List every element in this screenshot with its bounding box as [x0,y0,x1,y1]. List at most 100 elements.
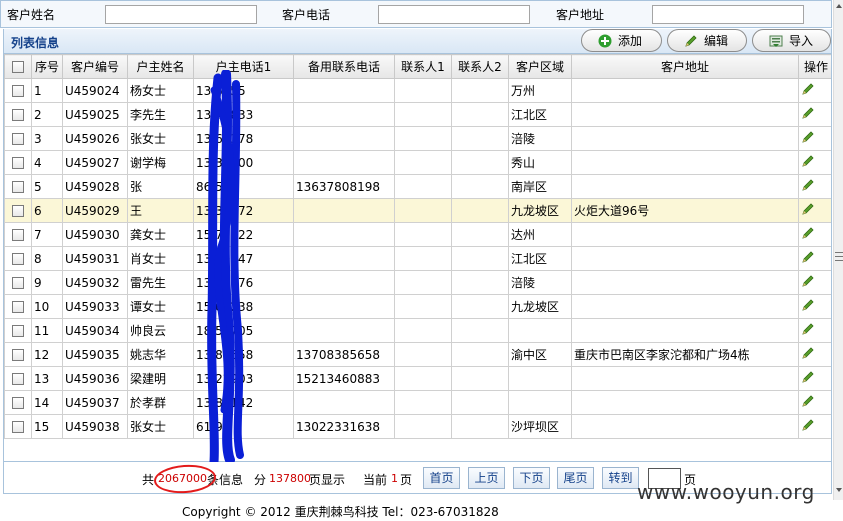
edit-pencil-icon[interactable] [801,346,815,363]
edit-pencil-icon[interactable] [801,106,815,123]
row-checkbox[interactable] [12,85,24,97]
row-edit-cell[interactable] [798,294,831,319]
row-checkbox[interactable] [12,325,24,337]
contact2 [451,222,509,247]
row-select-cell[interactable] [4,342,32,367]
row-select-cell[interactable] [4,270,32,295]
edit-pencil-icon[interactable] [801,130,815,147]
row-edit-cell[interactable] [798,270,831,295]
edit-pencil-icon[interactable] [801,418,815,435]
row-select-cell[interactable] [4,414,32,439]
edit-pencil-icon[interactable] [801,154,815,171]
row-select-cell[interactable] [4,246,32,271]
scroll-up-icon[interactable] [835,2,843,10]
row-checkbox[interactable] [12,109,24,121]
select-all-checkbox[interactable] [12,61,24,73]
owner-name: 帅良云 [127,318,194,343]
row-checkbox[interactable] [12,181,24,193]
import-button[interactable]: 导入 [752,29,831,52]
customer-phone-input[interactable] [378,4,530,24]
owner-name: 王 [127,198,194,223]
owner-phone1: 18 57705 [193,318,294,343]
column-header-contact1: 联系人1 [394,54,452,79]
row-edit-cell[interactable] [798,246,831,271]
row-checkbox[interactable] [12,157,24,169]
table-row[interactable]: 4 U459027 谢学梅 13 33700 秀山 [4,150,831,175]
table-row[interactable]: 7 U459030 龚女士 15 79222 达州 [4,222,831,247]
edit-pencil-icon[interactable] [801,370,815,387]
table-row[interactable]: 3 U459026 张女士 13 64378 涪陵 [4,126,831,151]
row-select-cell[interactable] [4,150,32,175]
select-all-cell[interactable] [4,54,32,79]
row-edit-cell[interactable] [798,222,831,247]
row-select-cell[interactable] [4,174,32,199]
contact1 [394,198,452,223]
edit-pencil-icon[interactable] [801,394,815,411]
row-edit-cell[interactable] [798,198,831,223]
edit-pencil-icon[interactable] [801,250,815,267]
vertical-scrollbar[interactable] [833,0,843,500]
row-edit-cell[interactable] [798,150,831,175]
row-select-cell[interactable] [4,318,32,343]
last-page-button[interactable]: 尾页 [557,467,594,489]
table-row[interactable]: 5 U459028 张 86 53 13637808198 南岸区 [4,174,831,199]
table-row[interactable]: 14 U459037 於孝群 13 88142 [4,390,831,415]
row-select-cell[interactable] [4,78,32,103]
row-select-cell[interactable] [4,102,32,127]
row-checkbox[interactable] [12,133,24,145]
goto-button[interactable]: 转到 [602,467,639,489]
edit-pencil-icon[interactable] [801,298,815,315]
row-edit-cell[interactable] [798,366,831,391]
row-edit-cell[interactable] [798,102,831,127]
row-edit-cell[interactable] [798,126,831,151]
table-row[interactable]: 9 U459032 雷先生 13 79076 涪陵 [4,270,831,295]
customer-address-input[interactable] [652,4,804,24]
row-select-cell[interactable] [4,294,32,319]
row-select-cell[interactable] [4,222,32,247]
edit-pencil-icon[interactable] [801,226,815,243]
table-row[interactable]: 13 U459036 梁建明 13 22903 15213460883 [4,366,831,391]
row-checkbox[interactable] [12,205,24,217]
edit-pencil-icon[interactable] [801,82,815,99]
row-checkbox[interactable] [12,421,24,433]
row-checkbox[interactable] [12,373,24,385]
customer-name-input[interactable] [105,4,257,24]
add-button[interactable]: 添加 [581,29,662,52]
row-checkbox[interactable] [12,301,24,313]
row-edit-cell[interactable] [798,390,831,415]
table-row[interactable]: 15 U459038 张女士 61 91 13022331638 沙坪坝区 [4,414,831,439]
table-row[interactable]: 10 U459033 谭女士 15 66238 九龙坡区 [4,294,831,319]
row-checkbox[interactable] [12,229,24,241]
row-select-cell[interactable] [4,198,32,223]
row-edit-cell[interactable] [798,318,831,343]
row-checkbox[interactable] [12,253,24,265]
scroll-down-icon[interactable] [835,486,843,494]
next-page-button[interactable]: 下页 [513,467,550,489]
table-row[interactable]: 12 U459035 姚志华 13 85658 13708385658 渝中区 重庆市巴南区… [4,342,831,367]
row-checkbox[interactable] [12,397,24,409]
row-edit-cell[interactable] [798,414,831,439]
row-edit-cell[interactable] [798,78,831,103]
scroll-grip-icon[interactable] [835,250,843,264]
prev-page-button[interactable]: 上页 [468,467,505,489]
row-checkbox[interactable] [12,349,24,361]
row-checkbox[interactable] [12,277,24,289]
edit-button[interactable]: 编辑 [667,29,747,52]
edit-pencil-icon[interactable] [801,178,815,195]
first-page-button[interactable]: 首页 [423,467,460,489]
table-row[interactable]: 11 U459034 帅良云 18 57705 [4,318,831,343]
table-row[interactable]: 8 U459031 肖女士 13 00447 江北区 [4,246,831,271]
table-row[interactable]: 6 U459029 王 13 30272 九龙坡区 火炬大道96号 [4,198,831,223]
row-select-cell[interactable] [4,126,32,151]
edit-pencil-icon[interactable] [801,322,815,339]
row-edit-cell[interactable] [798,342,831,367]
row-edit-cell[interactable] [798,174,831,199]
edit-pencil-icon[interactable] [801,274,815,291]
table-row[interactable]: 2 U459025 李先生 13 47833 江北区 [4,102,831,127]
row-select-cell[interactable] [4,366,32,391]
customer-area: 万州 [508,78,572,103]
row-select-cell[interactable] [4,390,32,415]
edit-pencil-icon[interactable] [801,202,815,219]
owner-name: 李先生 [127,102,194,127]
table-row[interactable]: 1 U459024 杨女士 13 5855 万州 [4,78,831,103]
